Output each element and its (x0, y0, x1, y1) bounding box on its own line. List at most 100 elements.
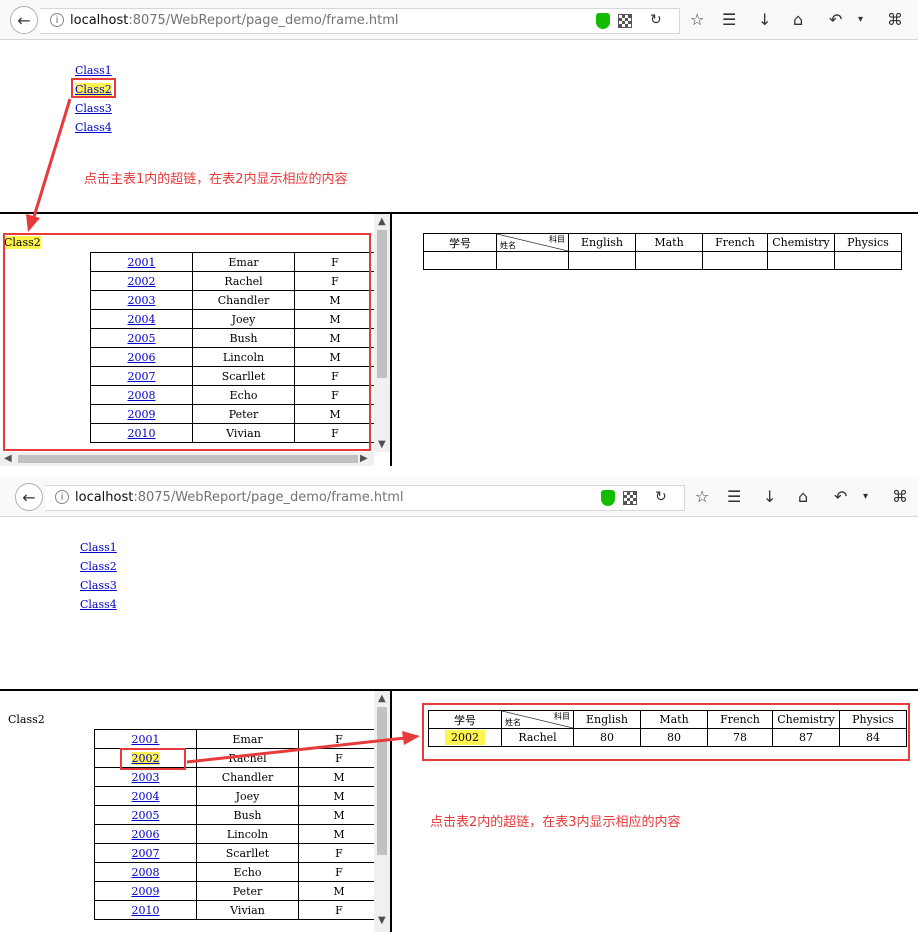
student-id-link[interactable]: 2003 (132, 771, 160, 784)
scroll-up-icon[interactable]: ▲ (378, 216, 386, 227)
class-link-4[interactable]: Class4 (75, 121, 112, 134)
table-row: 2005 Bush M (94, 805, 380, 825)
highlight-box-score-table (422, 703, 910, 761)
reader-list-icon[interactable]: ☰ (722, 10, 736, 29)
star-icon[interactable]: ☆ (690, 10, 704, 29)
url-bar[interactable]: i localhost:8075/WebReport/page_demo/fra… (45, 485, 685, 511)
scroll-down-icon[interactable]: ▼ (378, 439, 386, 450)
col-header-subject: Physics (834, 233, 902, 252)
student-name: Bush (196, 805, 299, 825)
screenshot-after: ← i localhost:8075/WebReport/page_demo/f… (0, 477, 918, 932)
browser-toolbar: ← i localhost:8075/WebReport/page_demo/f… (0, 477, 918, 517)
qr-code-icon[interactable] (618, 14, 632, 28)
reload-icon[interactable]: ↻ (650, 12, 662, 28)
score-table: 学号 科目 姓名 English Math French Chemistry Ph… (423, 233, 902, 270)
col-header-subject: Math (635, 233, 703, 252)
student-name: Peter (196, 881, 299, 901)
reload-icon[interactable]: ↻ (655, 489, 667, 505)
student-gender: F (298, 843, 380, 863)
browser-toolbar: ← i localhost:8075/WebReport/page_demo/f… (0, 0, 918, 40)
student-id-link[interactable]: 2001 (132, 733, 160, 746)
student-id-link[interactable]: 2005 (132, 809, 160, 822)
student-gender: M (298, 805, 380, 825)
top-frame-class-list: Class1 Class2 Class3 Class4 (0, 517, 918, 691)
info-icon[interactable]: i (50, 13, 64, 27)
class-link-1[interactable]: Class1 (75, 64, 112, 77)
highlight-box-class2 (71, 78, 116, 98)
scroll-left-icon[interactable]: ◀ (4, 453, 12, 464)
vertical-scrollbar[interactable]: ▲ ▼ (374, 691, 390, 932)
student-gender: M (298, 881, 380, 901)
back-arrow-icon: ← (17, 10, 31, 30)
student-name: Rachel (196, 748, 299, 768)
table-header-row: 学号 科目 姓名 English Math French Chemistry Ph… (423, 233, 902, 252)
class-link-3[interactable]: Class3 (80, 579, 117, 592)
table-row: 2007 Scarllet F (94, 843, 380, 863)
diag-header-subject: 科目 (549, 235, 565, 244)
student-id-link[interactable]: 2004 (132, 790, 160, 803)
selected-class-label: Class2 (8, 713, 45, 726)
student-name: Joey (196, 786, 299, 806)
shield-icon[interactable] (601, 490, 615, 506)
undo-icon[interactable]: ↶ (834, 487, 847, 506)
student-gender: F (298, 748, 380, 768)
student-id-link[interactable]: 2006 (132, 828, 160, 841)
col-header-subject: English (568, 233, 636, 252)
undo-icon[interactable]: ↶ (829, 10, 842, 29)
class-link-3[interactable]: Class3 (75, 102, 112, 115)
student-name: Emar (196, 729, 299, 749)
table-row: 2010 Vivian F (94, 900, 380, 920)
qr-code-icon[interactable] (623, 491, 637, 505)
back-arrow-icon: ← (22, 487, 36, 507)
table-row: 2006 Lincoln M (94, 824, 380, 844)
horizontal-scrollbar[interactable]: ◀ ▶ (0, 452, 374, 466)
student-name: Chandler (196, 767, 299, 787)
col-header-subject: French (702, 233, 768, 252)
scroll-thumb[interactable] (18, 455, 358, 463)
crop-icon[interactable]: ⌘ (892, 487, 908, 506)
table-row: 2003 Chandler M (94, 767, 380, 787)
table-row-empty (423, 251, 902, 270)
student-gender: F (298, 900, 380, 920)
star-icon[interactable]: ☆ (695, 487, 709, 506)
scroll-right-icon[interactable]: ▶ (360, 453, 368, 464)
crop-icon[interactable]: ⌘ (887, 10, 903, 29)
info-icon[interactable]: i (55, 490, 69, 504)
url-bar[interactable]: i localhost:8075/WebReport/page_demo/fra… (40, 8, 680, 34)
class-link-4[interactable]: Class4 (80, 598, 117, 611)
student-name: Scarllet (196, 843, 299, 863)
vertical-scrollbar[interactable]: ▲ ▼ (374, 214, 390, 452)
shield-icon[interactable] (596, 13, 610, 29)
dropdown-icon[interactable]: ▾ (858, 14, 863, 25)
scroll-up-icon[interactable]: ▲ (378, 693, 386, 704)
scroll-thumb[interactable] (377, 707, 387, 855)
home-icon[interactable]: ⌂ (798, 487, 808, 506)
screenshot-before: ← i localhost:8075/WebReport/page_demo/f… (0, 0, 918, 466)
highlight-box-id-2002 (120, 748, 186, 770)
dropdown-icon[interactable]: ▾ (863, 491, 868, 502)
student-id-link[interactable]: 2008 (132, 866, 160, 879)
reader-list-icon[interactable]: ☰ (727, 487, 741, 506)
table-row: 2004 Joey M (94, 786, 380, 806)
diagonal-header: 科目 姓名 (496, 233, 569, 252)
student-id-link[interactable]: 2009 (132, 885, 160, 898)
home-icon[interactable]: ⌂ (793, 10, 803, 29)
table-row: 2001 Emar F (94, 729, 380, 749)
back-button[interactable]: ← (10, 6, 38, 34)
left-frame-student-list: Class2 2001 Emar F 2002 Rachel F 2003 Chandle… (0, 214, 392, 466)
student-name: Echo (196, 862, 299, 882)
download-icon[interactable]: ↓ (763, 487, 776, 506)
student-id-link[interactable]: 2007 (132, 847, 160, 860)
scroll-down-icon[interactable]: ▼ (378, 915, 386, 926)
url-text: localhost:8075/WebReport/page_demo/frame… (75, 490, 404, 505)
student-gender: M (298, 824, 380, 844)
class-link-2[interactable]: Class2 (80, 560, 117, 573)
class-link-1[interactable]: Class1 (80, 541, 117, 554)
back-button[interactable]: ← (15, 483, 43, 511)
student-name: Vivian (196, 900, 299, 920)
download-icon[interactable]: ↓ (758, 10, 771, 29)
col-header-subject: Chemistry (767, 233, 835, 252)
scroll-thumb[interactable] (377, 230, 387, 378)
student-id-link[interactable]: 2010 (132, 904, 160, 917)
annotation-step1: 点击主表1内的超链，在表2内显示相应的内容 (84, 172, 348, 187)
